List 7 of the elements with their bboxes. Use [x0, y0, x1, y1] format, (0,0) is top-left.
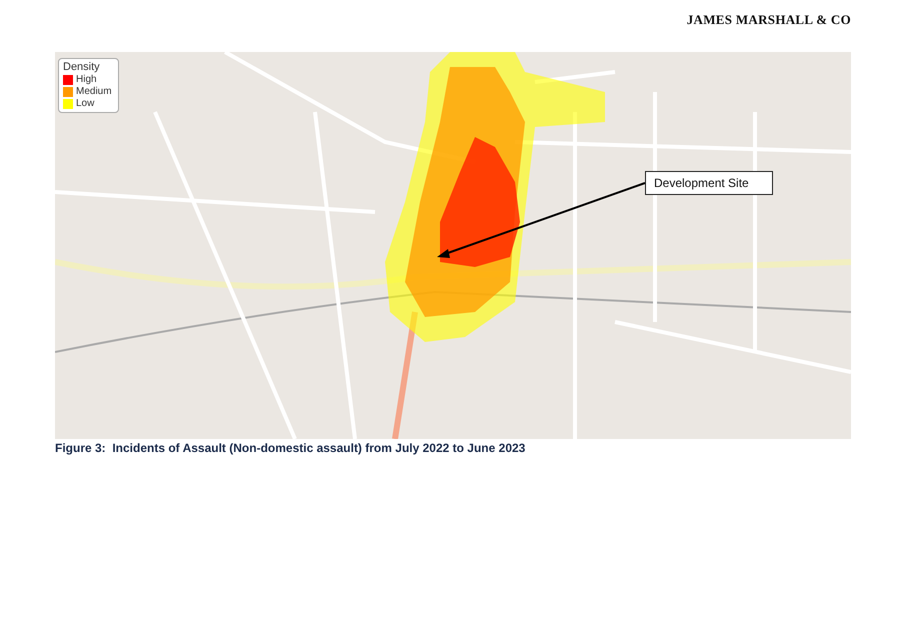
figure-caption: Figure 3: Incidents of Assault (Non-domestic assault) from July 2022 to June 2023 [55, 441, 526, 455]
legend-label: Low [76, 98, 94, 109]
company-name: JAMES MARSHALL & CO [686, 12, 851, 28]
legend-label: Medium [76, 86, 112, 97]
callout-label: Development Site [645, 171, 773, 195]
legend-label: High [76, 74, 97, 85]
legend-title: Density [63, 61, 101, 73]
